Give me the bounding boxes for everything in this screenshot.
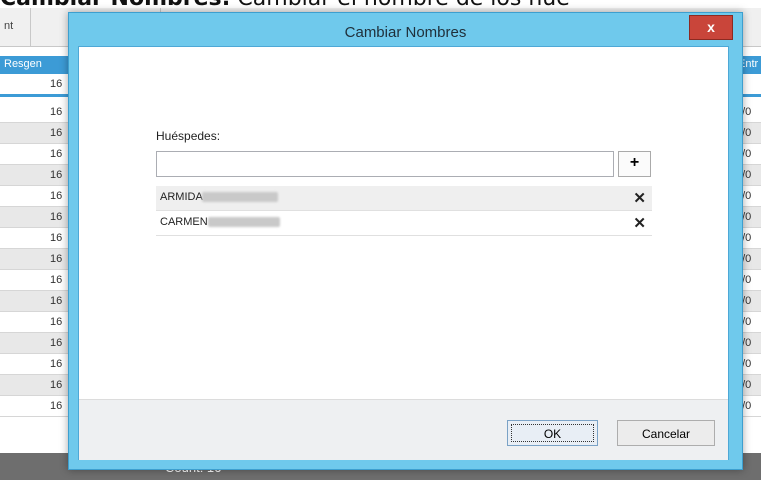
dialog-button-bar: OK Cancelar bbox=[79, 399, 728, 460]
grid-cell: 16 bbox=[50, 211, 63, 223]
guest-name-input[interactable] bbox=[156, 151, 614, 177]
grid-cell: 16 bbox=[50, 78, 63, 90]
grid-cell: 16 bbox=[50, 358, 63, 370]
grid-cell: 16 bbox=[50, 106, 63, 118]
page-caption-bold: Cambiar Nombres: bbox=[0, 0, 230, 8]
redacted-surname bbox=[202, 192, 278, 202]
column-header-resgen[interactable]: Resgen bbox=[4, 58, 42, 70]
close-button[interactable]: x bbox=[689, 15, 733, 40]
rename-dialog: Cambiar Nombres x Huéspedes: + ARMIDA ✕ … bbox=[68, 12, 743, 470]
page-caption-rest: Cambiar el nombre de los hué bbox=[230, 0, 569, 8]
focus-rect bbox=[511, 424, 594, 442]
ok-button[interactable]: OK bbox=[507, 420, 598, 446]
guest-name: CARMEN bbox=[160, 216, 208, 228]
remove-icon[interactable]: ✕ bbox=[633, 214, 646, 232]
list-item[interactable]: CARMEN ✕ bbox=[156, 211, 652, 236]
page-caption: Cambiar Nombres: Cambiar el nombre de lo… bbox=[0, 0, 761, 8]
grid-divider bbox=[30, 8, 31, 46]
list-item[interactable]: ARMIDA ✕ bbox=[156, 186, 652, 211]
guest-list: ARMIDA ✕ CARMEN ✕ bbox=[156, 186, 652, 236]
dialog-content: Huéspedes: + ARMIDA ✕ CARMEN ✕ OK Cancel… bbox=[78, 46, 729, 460]
cancel-button[interactable]: Cancelar bbox=[617, 420, 715, 446]
guest-name: ARMIDA bbox=[160, 191, 203, 203]
grid-cell: 16 bbox=[50, 169, 63, 181]
guests-label: Huéspedes: bbox=[156, 129, 221, 143]
remove-icon[interactable]: ✕ bbox=[633, 189, 646, 207]
grid-cell: 16 bbox=[50, 274, 63, 286]
grid-cell: 16 bbox=[50, 190, 63, 202]
dialog-title: Cambiar Nombres bbox=[344, 24, 467, 41]
grid-cell: 16 bbox=[50, 337, 63, 349]
grid-cell: 16 bbox=[50, 232, 63, 244]
grid-cell: 16 bbox=[50, 295, 63, 307]
add-guest-button[interactable]: + bbox=[618, 151, 651, 177]
grid-cell: 16 bbox=[50, 400, 63, 412]
grid-cell: 16 bbox=[50, 379, 63, 391]
grid-cell: 16 bbox=[50, 127, 63, 139]
grid-cell: 16 bbox=[50, 148, 63, 160]
grid-cell: 16 bbox=[50, 253, 63, 265]
grid-header-label: nt bbox=[4, 20, 14, 32]
redacted-surname bbox=[208, 217, 280, 227]
grid-cell: 16 bbox=[50, 316, 63, 328]
